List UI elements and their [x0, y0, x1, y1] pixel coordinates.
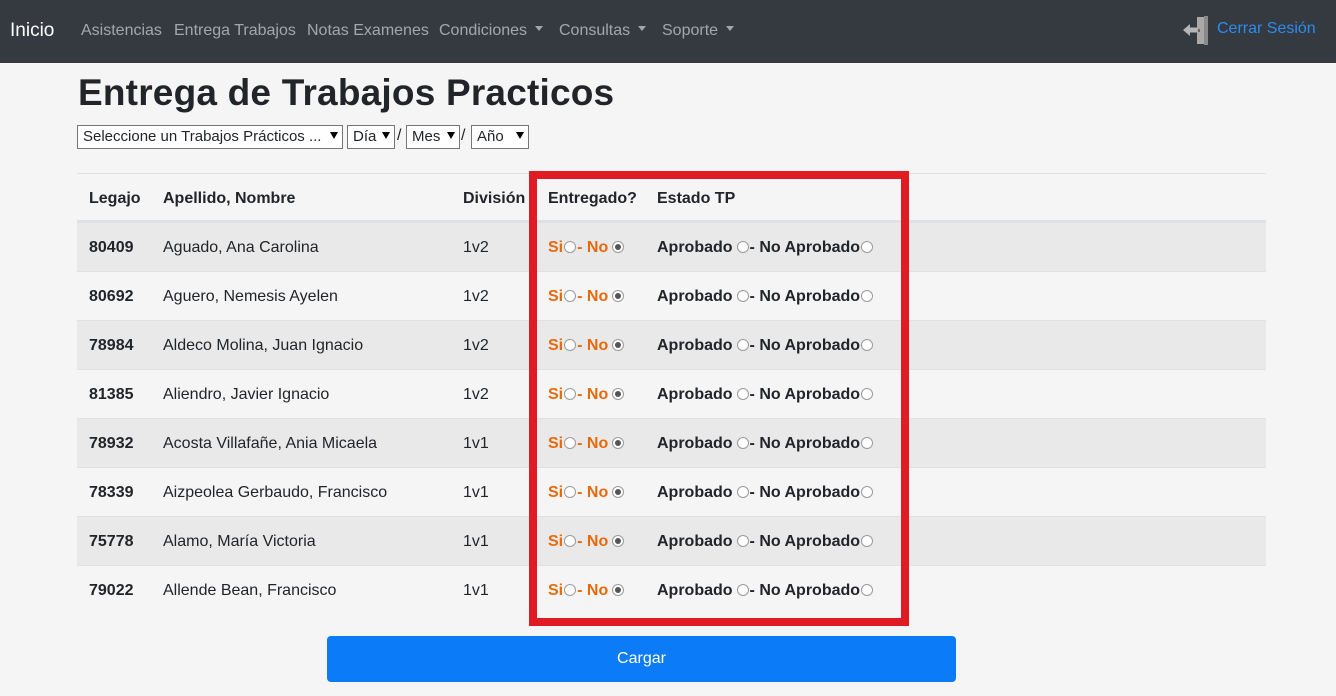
cell-legajo: 78984 [89, 337, 134, 354]
select-caret-icon [447, 132, 455, 139]
cargar-button[interactable]: Cargar [327, 636, 956, 682]
cell-legajo: 79022 [89, 582, 134, 599]
header-legajo: Legajo [89, 190, 141, 207]
nav-dropdown-consultas[interactable]: Consultas [559, 22, 647, 40]
logout-link[interactable]: Cerrar Sesión [1182, 14, 1316, 46]
cell-legajo: 78339 [89, 484, 134, 501]
caret-down-icon [638, 26, 647, 32]
highlight-box [529, 171, 909, 626]
select-caret-icon [330, 132, 338, 139]
page-title: Entrega de Trabajos Practicos [78, 72, 615, 113]
year-select-value: Año [477, 128, 504, 145]
cell-nombre: Aldeco Molina, Juan Ignacio [163, 337, 364, 354]
header-division: División [463, 190, 526, 207]
cell-legajo: 81385 [89, 386, 134, 403]
nav-link-entrega-trabajos[interactable]: Entrega Trabajos [174, 22, 296, 40]
cell-division: 1v1 [463, 582, 489, 599]
logout-label: Cerrar Sesión [1217, 20, 1316, 37]
cell-nombre: Acosta Villafañe, Ania Micaela [163, 435, 378, 452]
caret-down-icon [726, 26, 735, 32]
cell-division: 1v2 [463, 337, 489, 354]
tp-select[interactable]: Seleccione un Trabajos Prácticos ... [77, 125, 343, 149]
month-select-value: Mes [412, 128, 441, 145]
select-caret-icon [516, 132, 524, 139]
date-separator: / [397, 127, 402, 144]
nav-dropdown-label: Soporte [662, 22, 719, 39]
cell-legajo: 80692 [89, 288, 134, 305]
day-select-value: Día [353, 128, 377, 145]
cell-division: 1v2 [463, 386, 489, 403]
nav-brand-inicio[interactable]: Inicio [10, 20, 54, 42]
caret-down-icon [535, 26, 544, 32]
cell-division: 1v1 [463, 533, 489, 550]
year-select[interactable]: Año [471, 125, 529, 149]
nav-dropdown-label: Condiciones [439, 22, 528, 39]
cell-legajo: 75778 [89, 533, 134, 550]
cell-nombre: Aguero, Nemesis Ayelen [163, 288, 338, 305]
cell-division: 1v1 [463, 484, 489, 501]
cell-nombre: Aliendro, Javier Ignacio [163, 386, 330, 403]
cell-nombre: Aguado, Ana Carolina [163, 239, 319, 256]
cell-legajo: 78932 [89, 435, 134, 452]
cell-nombre: Alamo, María Victoria [163, 533, 316, 550]
month-select[interactable]: Mes [406, 125, 460, 149]
top-navbar: Inicio Asistencias Entrega Trabajos Nota… [0, 0, 1336, 63]
cell-nombre: Aizpeolea Gerbaudo, Francisco [163, 484, 388, 501]
tp-select-value: Seleccione un Trabajos Prácticos ... [83, 128, 322, 145]
nav-dropdown-label: Consultas [559, 22, 631, 39]
nav-link-notas-examenes[interactable]: Notas Examenes [307, 22, 429, 40]
cell-division: 1v1 [463, 435, 489, 452]
nav-dropdown-condiciones[interactable]: Condiciones [439, 22, 544, 40]
nav-dropdown-soporte[interactable]: Soporte [662, 22, 735, 40]
logout-door-icon [1183, 16, 1208, 45]
cell-nombre: Allende Bean, Francisco [163, 582, 337, 599]
day-select[interactable]: Día [347, 125, 395, 149]
cell-division: 1v2 [463, 288, 489, 305]
select-caret-icon [382, 132, 390, 139]
header-nombre: Apellido, Nombre [163, 190, 296, 207]
cell-legajo: 80409 [89, 239, 134, 256]
date-separator: / [461, 127, 466, 144]
nav-link-asistencias[interactable]: Asistencias [81, 22, 162, 40]
cell-division: 1v2 [463, 239, 489, 256]
